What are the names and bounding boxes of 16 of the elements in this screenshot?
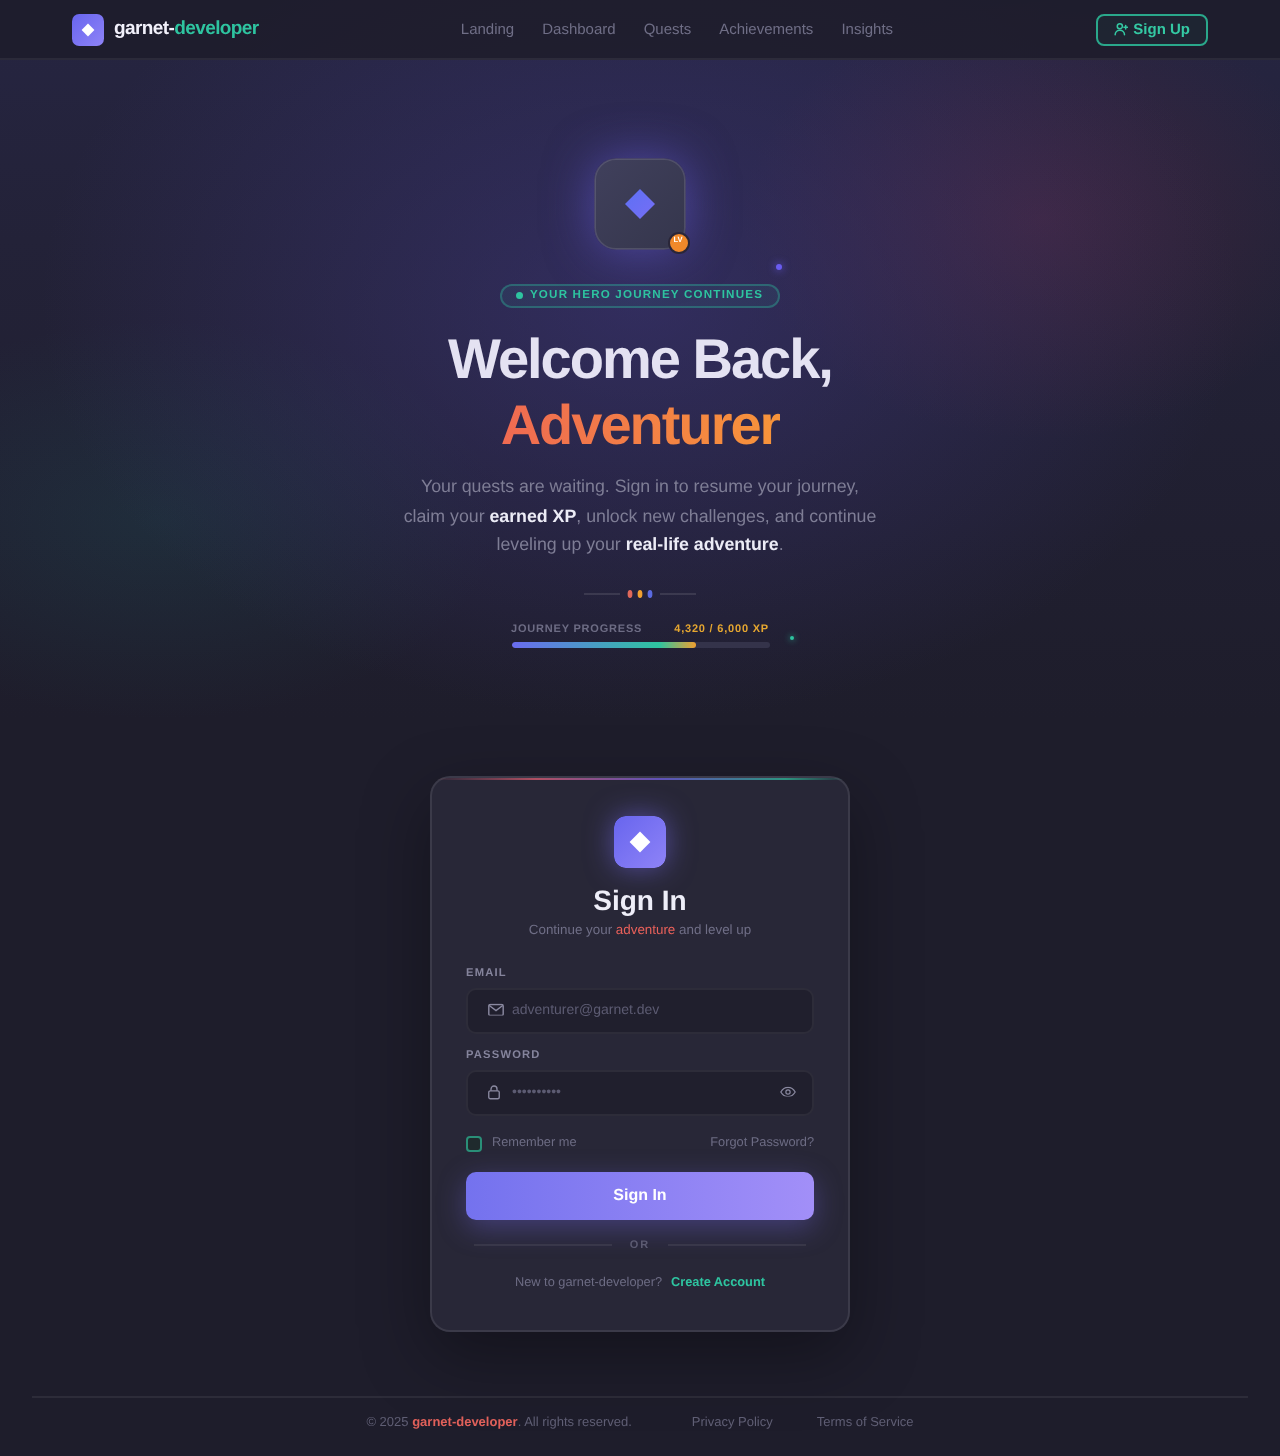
intro-paragraph: Your quests are waiting. Sign in to resume your journey, claim your earned XP, unlock new challenges, and continue leveling up your real-life adventure. [401, 474, 879, 558]
welcome-heading: Welcome Back, [448, 326, 832, 392]
glow-dot-icon [789, 635, 794, 640]
diamond-icon [594, 158, 686, 250]
lock-icon [488, 1084, 500, 1100]
mail-icon [488, 1003, 504, 1017]
remember-checkbox[interactable] [466, 1135, 482, 1151]
glow-dot-icon [775, 263, 781, 269]
sign-in-button[interactable]: Sign In [466, 1171, 814, 1219]
dot-icon [516, 292, 524, 300]
sign-in-title: Sign In [591, 881, 689, 917]
ornament-divider-drawing [584, 587, 696, 599]
diamond-icon [614, 815, 666, 867]
eye-icon[interactable] [780, 1086, 796, 1098]
user-plus-icon [1113, 22, 1128, 36]
brand-name: garnet-developer [114, 18, 259, 40]
